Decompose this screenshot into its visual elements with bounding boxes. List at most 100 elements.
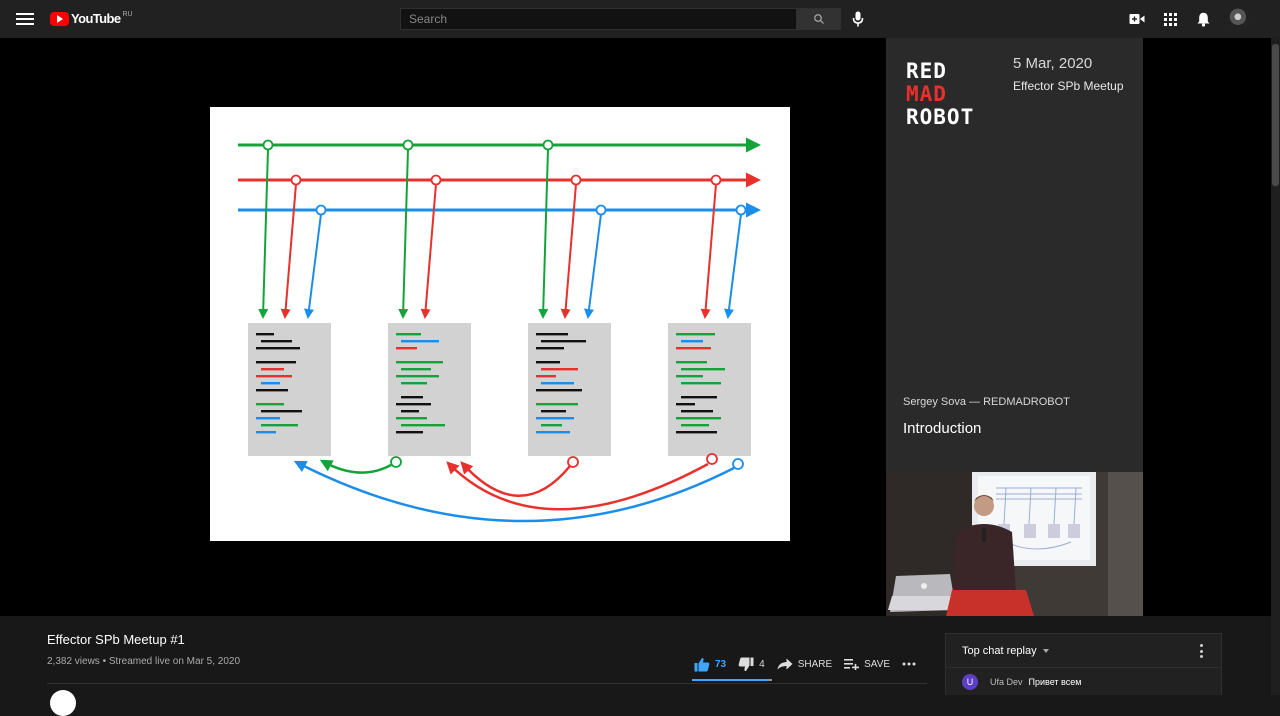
menu-icon[interactable] [14, 10, 36, 28]
code-line [401, 340, 439, 343]
code-line [261, 368, 284, 371]
chat-author-name[interactable]: Ufa Dev [990, 677, 1023, 687]
code-line [536, 333, 568, 336]
code-line [676, 361, 707, 364]
code-line [676, 375, 703, 378]
chat-author-avatar[interactable]: U [962, 674, 978, 690]
share-button[interactable]: SHARE [777, 658, 832, 670]
microphone-icon [852, 11, 864, 27]
code-line [261, 382, 280, 385]
more-actions-button[interactable] [902, 662, 921, 666]
code-line [261, 424, 298, 427]
code-line [401, 424, 445, 427]
slide-diagram [238, 137, 761, 523]
brand-line-1: RED [906, 59, 947, 83]
code-line [396, 347, 417, 350]
code-line [396, 375, 439, 378]
side-panel: RED MAD ROBOT 5 Mar, 2020 Effector SPb M… [886, 38, 1143, 616]
red-tap-circle [710, 174, 722, 186]
code-line [256, 375, 292, 378]
code-line [681, 340, 703, 343]
red-connector-arrow [560, 183, 577, 319]
blue-tap-circle [315, 204, 327, 216]
green-tap-circle [262, 139, 274, 151]
more-horizontal-icon [902, 662, 916, 666]
like-count: 73 [715, 658, 727, 670]
red-tap-circle [290, 174, 302, 186]
chat-more-button[interactable] [1195, 644, 1207, 658]
code-line [536, 389, 582, 392]
search-button[interactable] [797, 8, 841, 30]
code-line [401, 368, 431, 371]
blue-connector-arrow [584, 213, 602, 319]
code-line [676, 333, 715, 336]
video-player[interactable]: RED MAD ROBOT 5 Mar, 2020 Effector SPb M… [0, 38, 1271, 616]
blue-connector-arrow [304, 213, 322, 319]
like-ratio-bar [692, 679, 772, 681]
dislike-count: 4 [759, 658, 765, 670]
code-line [541, 340, 586, 343]
chat-mode-dropdown[interactable]: Top chat replay [962, 645, 1049, 657]
red-source-circle-2 [706, 453, 718, 465]
brand-line-3: ROBOT [906, 105, 975, 129]
code-line [536, 375, 556, 378]
like-button[interactable]: 73 [694, 657, 726, 672]
code-line [256, 389, 288, 392]
more-vertical-icon [1199, 644, 1203, 647]
youtube-logo[interactable]: YouTube RU [50, 11, 133, 26]
code-line [396, 417, 427, 420]
create-video-button[interactable] [1126, 8, 1148, 30]
code-line [536, 403, 578, 406]
green-connector-arrow [258, 148, 269, 319]
search-input[interactable] [400, 8, 797, 30]
code-line [681, 396, 717, 399]
code-line [401, 382, 427, 385]
brand-line-2: MAD [906, 82, 947, 106]
video-title: Effector SPb Meetup #1 [47, 632, 185, 647]
red-tap-circle [570, 174, 582, 186]
channel-avatar[interactable] [50, 690, 76, 716]
account-avatar[interactable] [1228, 8, 1250, 30]
red-curve-arrow [460, 461, 571, 497]
video-actions: 73 4 SHARE SAVE [694, 654, 933, 674]
code-line [681, 410, 713, 413]
code-line [681, 424, 709, 427]
chat-mode-label: Top chat replay [962, 644, 1037, 657]
code-line [676, 431, 717, 434]
code-line [676, 403, 695, 406]
code-line [541, 382, 574, 385]
code-line [401, 410, 419, 413]
code-line [541, 424, 562, 427]
voice-search-button[interactable] [849, 9, 867, 29]
search-icon [813, 14, 824, 24]
notifications-button[interactable] [1192, 8, 1214, 30]
blue-curve-arrow [293, 460, 735, 523]
caret-down-icon [1042, 648, 1049, 653]
green-source-circle [390, 456, 402, 468]
code-line [256, 333, 274, 336]
red-connector-arrow [280, 183, 297, 319]
dislike-button[interactable]: 4 [738, 657, 765, 672]
code-line [681, 382, 721, 385]
red-tap-circle [430, 174, 442, 186]
apps-grid-icon [1163, 12, 1177, 26]
save-button[interactable]: SAVE [844, 658, 890, 670]
code-line [256, 361, 296, 364]
chat-replay-panel: Top chat replay U Ufa Dev Привет всем [945, 633, 1222, 695]
apps-button[interactable] [1159, 8, 1181, 30]
red-connector-arrow [700, 183, 717, 319]
chat-message-text: Привет всем [1028, 677, 1082, 687]
green-connector-arrow [538, 148, 549, 319]
code-line [676, 417, 721, 420]
blue-source-circle [732, 458, 744, 470]
top-bar: YouTube RU [0, 0, 1280, 38]
code-line [256, 431, 276, 434]
blue-tap-circle [735, 204, 747, 216]
green-tap-circle [402, 139, 414, 151]
code-line [261, 340, 292, 343]
thumbs-down-icon [738, 657, 754, 671]
scrollbar-thumb[interactable] [1272, 44, 1279, 186]
green-connector-arrow [398, 148, 409, 319]
store-box [668, 323, 751, 456]
chat-message: U Ufa Dev Привет всем [946, 668, 1221, 690]
